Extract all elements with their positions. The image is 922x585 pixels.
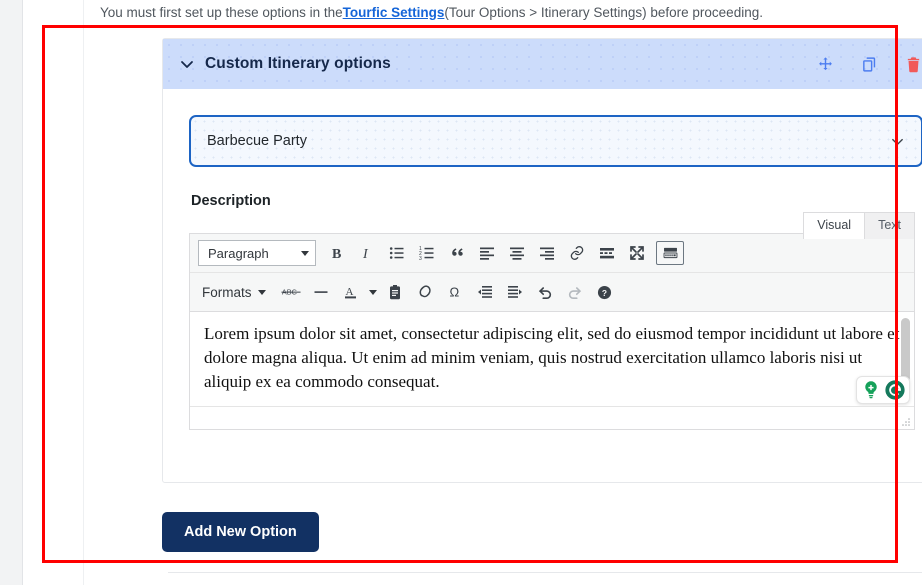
notice-text-before: You must first set up these options in t…	[100, 4, 343, 20]
align-right-icon[interactable]	[532, 239, 562, 267]
panel-actions	[815, 54, 922, 74]
kitchen-sink-icon[interactable]	[656, 241, 684, 265]
content-column: You must first set up these options in t…	[84, 0, 922, 585]
panel-header[interactable]: Custom Itinerary options	[163, 39, 922, 89]
paragraph-format-value: Paragraph	[208, 245, 269, 261]
description-label: Description	[191, 193, 271, 209]
panel-body: Barbecue Party Description Visual Text P…	[163, 89, 922, 430]
svg-text:?: ?	[602, 287, 607, 297]
page: You must first set up these options in t…	[0, 0, 922, 585]
description-editor: Visual Text Paragraph B I 1 2 3 Formats …	[189, 212, 915, 430]
paste-text-icon[interactable]	[380, 278, 410, 306]
grammarly-g-icon[interactable]	[884, 379, 906, 401]
lightbulb-icon[interactable]	[860, 379, 882, 401]
editor-frame: Paragraph B I 1 2 3 Formats ABC A Ω ? Lo…	[189, 233, 915, 430]
link-icon[interactable]	[562, 239, 592, 267]
outdent-icon[interactable]	[470, 278, 500, 306]
bold-icon[interactable]: B	[322, 239, 352, 267]
notice-text-after: (Tour Options > Itinerary Settings) befo…	[444, 4, 763, 20]
text-color-icon[interactable]: A	[336, 278, 366, 306]
numbered-list-icon[interactable]: 123	[412, 239, 442, 267]
grammarly-widget	[856, 376, 910, 404]
chevron-down-icon	[890, 134, 905, 149]
svg-text:I: I	[362, 247, 369, 261]
trash-icon[interactable]	[903, 54, 922, 74]
editor-toolbar-row-2: Formats ABC A Ω ?	[190, 273, 914, 312]
editor-toolbar-row-1: Paragraph B I 1 2 3	[190, 234, 914, 273]
indent-icon[interactable]	[500, 278, 530, 306]
fullscreen-icon[interactable]	[622, 239, 652, 267]
align-left-icon[interactable]	[472, 239, 502, 267]
formats-menu-label: Formats	[202, 284, 252, 300]
move-arrows-icon[interactable]	[815, 54, 835, 74]
chevron-down-icon[interactable]	[177, 54, 197, 74]
page-outer-gutter	[0, 0, 22, 585]
resize-grip-icon[interactable]	[900, 415, 911, 426]
strikethrough-icon[interactable]: ABC	[276, 278, 306, 306]
custom-itinerary-panel: Custom Itinerary options Barbecue Party …	[162, 38, 922, 483]
add-new-option-button[interactable]: Add New Option	[162, 512, 319, 552]
chevron-down-icon	[257, 289, 266, 295]
copy-icon[interactable]	[859, 54, 879, 74]
itinerary-select[interactable]: Barbecue Party	[189, 115, 922, 167]
editor-scrollbar-thumb[interactable]	[901, 318, 910, 382]
bullet-list-icon[interactable]	[382, 239, 412, 267]
tourfic-settings-link[interactable]: Tourfic Settings	[343, 5, 445, 20]
editor-content-area[interactable]: Lorem ipsum dolor sit amet, consectetur …	[190, 312, 914, 407]
tab-text[interactable]: Text	[864, 212, 915, 239]
editor-status-bar	[190, 407, 914, 429]
panel-title: Custom Itinerary options	[205, 55, 391, 72]
svg-text:B: B	[332, 247, 341, 261]
undo-icon[interactable]	[530, 278, 560, 306]
eraser-icon[interactable]	[410, 278, 440, 306]
editor-body-text: Lorem ipsum dolor sit amet, consectetur …	[204, 324, 900, 391]
section-divider	[168, 572, 922, 573]
read-more-icon[interactable]	[592, 239, 622, 267]
align-center-icon[interactable]	[502, 239, 532, 267]
paragraph-format-select[interactable]: Paragraph	[198, 240, 316, 266]
quote-icon[interactable]	[442, 239, 472, 267]
chevron-down-icon	[368, 289, 377, 295]
formats-menu[interactable]: Formats	[194, 278, 276, 306]
svg-text:3: 3	[419, 256, 422, 261]
itinerary-select-value: Barbecue Party	[207, 133, 307, 149]
omega-icon[interactable]: Ω	[440, 278, 470, 306]
text-color-caret[interactable]	[366, 278, 380, 306]
redo-icon[interactable]	[560, 278, 590, 306]
chevron-down-icon	[301, 250, 309, 256]
editor-mode-tabs: Visual Text	[803, 211, 915, 239]
itinerary-select-wrap: Barbecue Party	[189, 115, 922, 167]
tab-visual[interactable]: Visual	[803, 212, 866, 239]
horizontal-rule-icon[interactable]	[306, 278, 336, 306]
svg-text:A: A	[345, 286, 353, 298]
italic-icon[interactable]: I	[352, 239, 382, 267]
settings-notice: You must first set up these options in t…	[84, 0, 922, 24]
page-left-gutter	[22, 0, 84, 585]
help-icon[interactable]: ?	[590, 278, 620, 306]
svg-text:Ω: Ω	[449, 285, 459, 300]
